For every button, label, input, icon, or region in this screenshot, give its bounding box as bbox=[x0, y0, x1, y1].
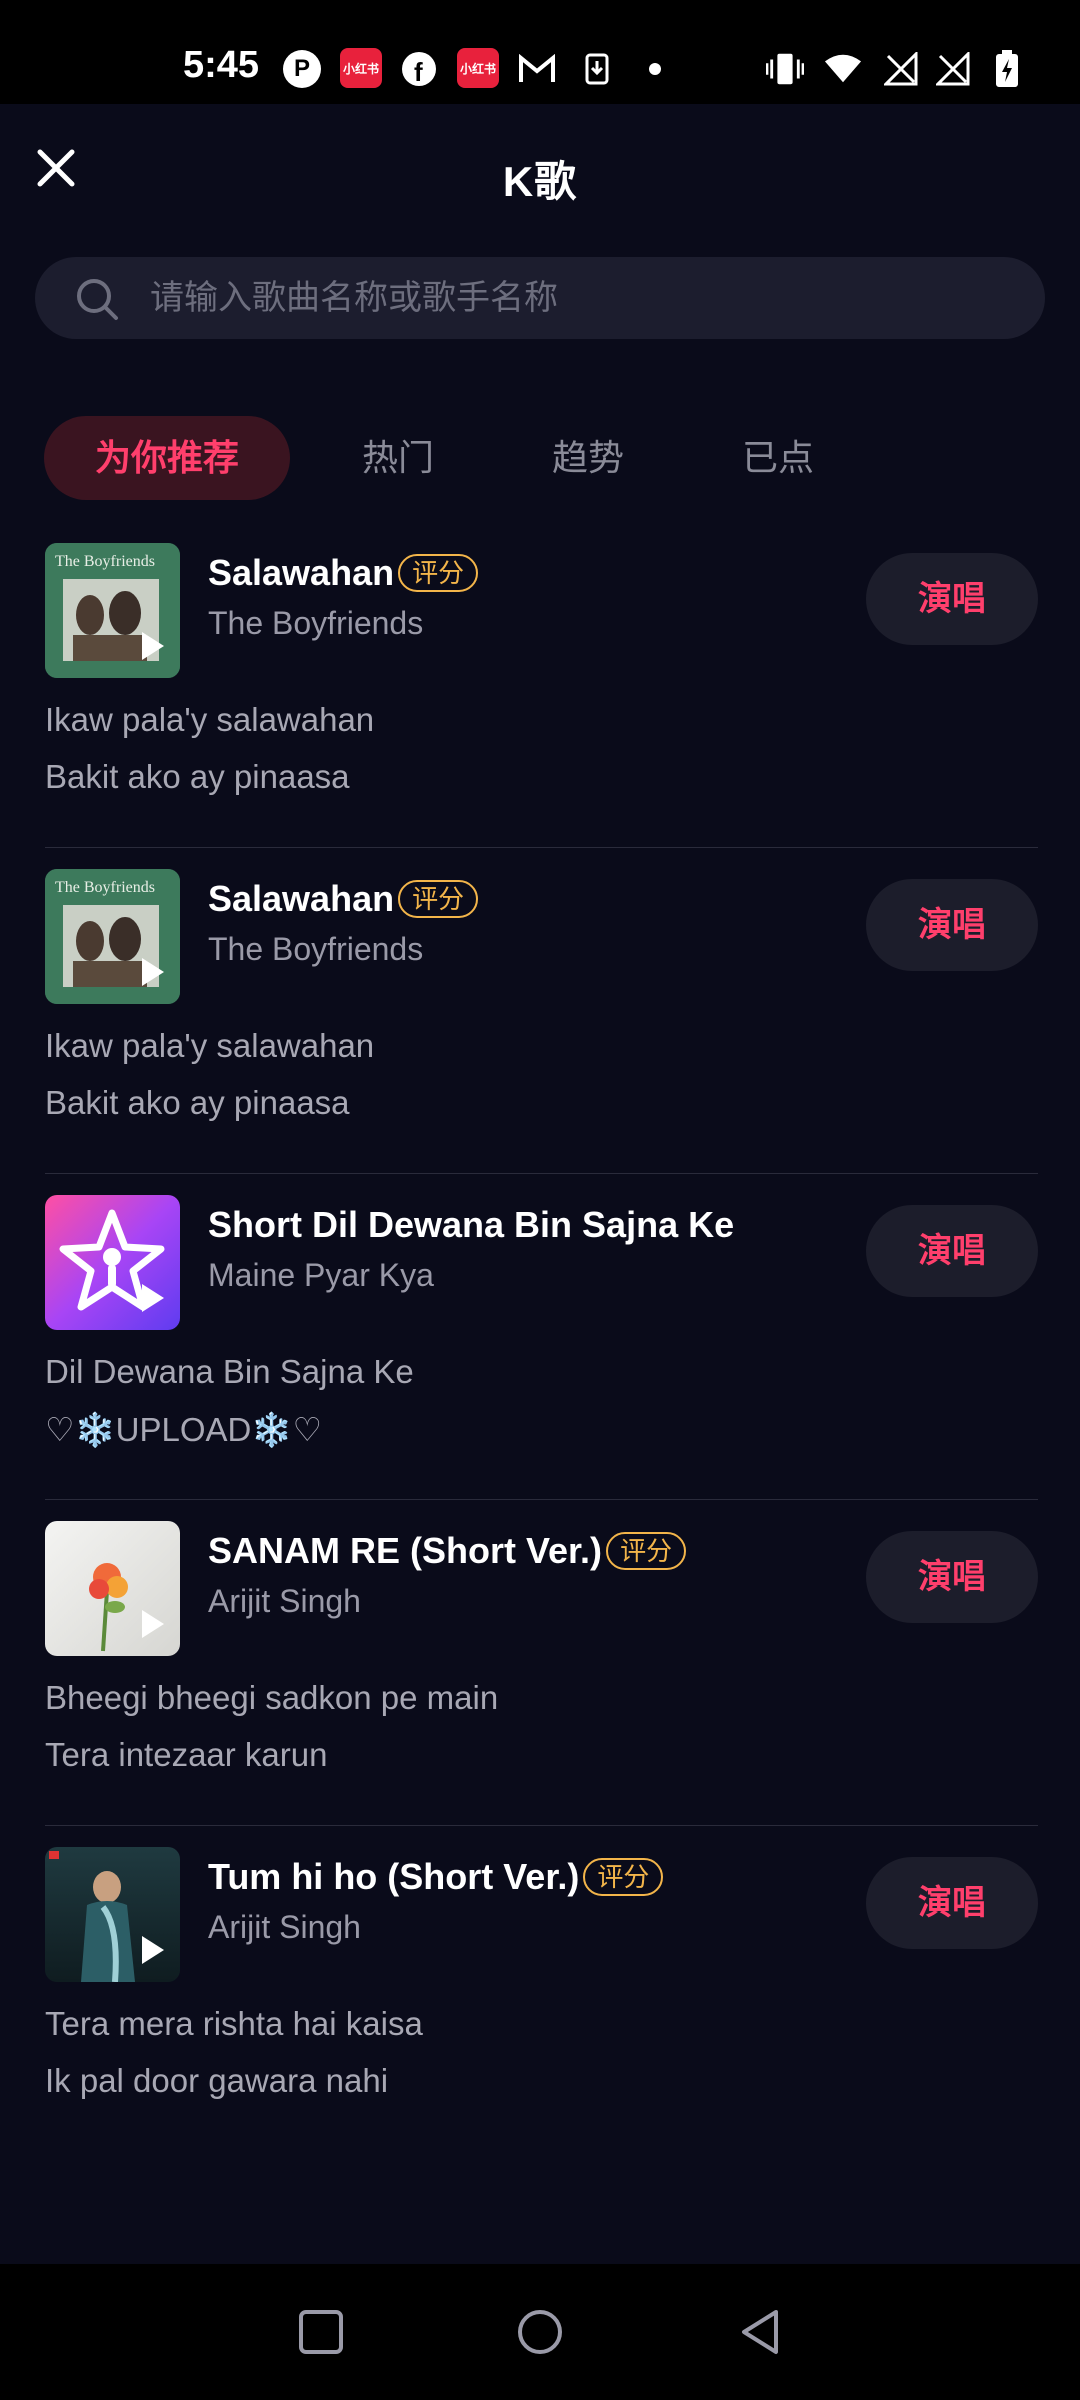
divider bbox=[45, 1825, 1038, 1826]
lyric-line: Ikaw pala'y salawahan bbox=[45, 1027, 375, 1064]
lyric-line: Tera intezaar karun bbox=[45, 1736, 328, 1773]
album-cover[interactable] bbox=[45, 1195, 180, 1330]
score-badge: 评分 bbox=[583, 1858, 664, 1896]
system-nav-bar bbox=[0, 2264, 1080, 2400]
search-icon bbox=[77, 279, 118, 320]
song-artist: Arijit Singh bbox=[208, 1583, 361, 1619]
divider bbox=[45, 1173, 1038, 1174]
home-button[interactable] bbox=[514, 2306, 566, 2358]
status-bar: 5:45 P 小红书 f 小红书 bbox=[0, 0, 1080, 104]
song-item[interactable]: Short Dil Dewana Bin Sajna Ke Maine Pyar… bbox=[0, 1175, 1080, 1501]
album-cover[interactable] bbox=[45, 1847, 180, 1982]
song-item[interactable]: SANAM RE (Short Ver.) 评分 Arijit Singh 演唱… bbox=[0, 1501, 1080, 1827]
gmail-icon bbox=[518, 50, 556, 88]
tab-bar: 为你推荐 热门 趋势 已点 bbox=[0, 416, 1080, 500]
divider bbox=[45, 847, 1038, 848]
divider bbox=[45, 1499, 1038, 1500]
tab-trending[interactable]: 趋势 bbox=[508, 416, 668, 500]
song-title: SANAM RE (Short Ver.) bbox=[208, 1530, 603, 1571]
tab-recommended[interactable]: 为你推荐 bbox=[44, 416, 290, 500]
song-item[interactable]: Tum hi ho (Short Ver.) 评分 Arijit Singh 演… bbox=[0, 1827, 1080, 2153]
song-title: Short Dil Dewana Bin Sajna Ke bbox=[208, 1204, 735, 1245]
search-box[interactable] bbox=[35, 257, 1045, 339]
header: K歌 bbox=[0, 104, 1080, 238]
sing-button[interactable]: 演唱 bbox=[866, 553, 1038, 645]
tab-hot[interactable]: 热门 bbox=[318, 416, 478, 500]
score-badge: 评分 bbox=[398, 880, 479, 918]
back-button[interactable] bbox=[734, 2306, 786, 2358]
tab-ordered[interactable]: 已点 bbox=[698, 416, 858, 500]
play-icon bbox=[142, 1284, 164, 1312]
song-title-row: Salawahan 评分 bbox=[208, 545, 479, 601]
svg-text:f: f bbox=[414, 57, 423, 87]
lyric-line: ♡❄️UPLOAD❄️♡ bbox=[45, 1411, 323, 1448]
lyric-line: Bakit ako ay pinaasa bbox=[45, 758, 350, 795]
lyric-line: Ik pal door gawara nahi bbox=[45, 2062, 389, 2099]
p-icon: P bbox=[283, 50, 321, 88]
no-signal-icon bbox=[882, 50, 920, 88]
play-icon bbox=[142, 1936, 164, 1964]
album-cover[interactable]: The Boyfriends bbox=[45, 543, 180, 678]
song-title: Salawahan bbox=[208, 878, 395, 919]
song-item[interactable]: The Boyfriends Salawahan 评分 The Boyfrien… bbox=[0, 523, 1080, 849]
song-title: Salawahan bbox=[208, 552, 395, 593]
song-title-row: Tum hi ho (Short Ver.) 评分 bbox=[208, 1849, 664, 1905]
lyric-line: Tera mera rishta hai kaisa bbox=[45, 2005, 423, 2042]
search-input[interactable] bbox=[150, 257, 1000, 339]
song-title: Tum hi ho (Short Ver.) bbox=[208, 1856, 580, 1897]
xiaohongshu-icon: 小红书 bbox=[340, 48, 382, 88]
download-icon bbox=[578, 50, 616, 88]
score-badge: 评分 bbox=[606, 1532, 687, 1570]
sing-button[interactable]: 演唱 bbox=[866, 879, 1038, 971]
battery-charging-icon bbox=[988, 50, 1026, 88]
play-icon bbox=[142, 632, 164, 660]
facebook-icon: f bbox=[400, 50, 438, 88]
status-time: 5:45 bbox=[183, 44, 260, 86]
song-artist: The Boyfriends bbox=[208, 605, 424, 641]
score-badge: 评分 bbox=[398, 554, 479, 592]
song-artist: The Boyfriends bbox=[208, 931, 424, 967]
album-cover[interactable]: The Boyfriends bbox=[45, 869, 180, 1004]
sing-button[interactable]: 演唱 bbox=[866, 1205, 1038, 1297]
song-artist: Maine Pyar Kya bbox=[208, 1257, 434, 1293]
song-title-row: SANAM RE (Short Ver.) 评分 bbox=[208, 1523, 687, 1579]
sing-button[interactable]: 演唱 bbox=[866, 1857, 1038, 1949]
page-title: K歌 bbox=[502, 158, 578, 205]
song-title-row: Salawahan 评分 bbox=[208, 871, 479, 927]
song-artist: Arijit Singh bbox=[208, 1909, 361, 1945]
lyric-line: Bakit ako ay pinaasa bbox=[45, 1084, 350, 1121]
album-cover-text: The Boyfriends bbox=[55, 879, 155, 896]
song-title-row: Short Dil Dewana Bin Sajna Ke bbox=[208, 1197, 734, 1253]
xiaohongshu-icon: 小红书 bbox=[457, 48, 499, 88]
wifi-icon bbox=[824, 50, 862, 88]
sing-button[interactable]: 演唱 bbox=[866, 1531, 1038, 1623]
dot-icon bbox=[636, 50, 674, 88]
song-item[interactable]: The Boyfriends Salawahan 评分 The Boyfrien… bbox=[0, 849, 1080, 1175]
album-cover-text: The Boyfriends bbox=[55, 553, 155, 570]
lyric-line: Bheegi bheegi sadkon pe main bbox=[45, 1679, 499, 1716]
lyric-line: Dil Dewana Bin Sajna Ke bbox=[45, 1353, 414, 1390]
vibrate-icon bbox=[766, 50, 804, 88]
play-icon bbox=[142, 958, 164, 986]
album-cover[interactable] bbox=[45, 1521, 180, 1656]
recent-apps-button[interactable] bbox=[295, 2306, 347, 2358]
play-icon bbox=[142, 1610, 164, 1638]
lyric-line: Ikaw pala'y salawahan bbox=[45, 701, 375, 738]
no-signal-icon bbox=[934, 50, 972, 88]
